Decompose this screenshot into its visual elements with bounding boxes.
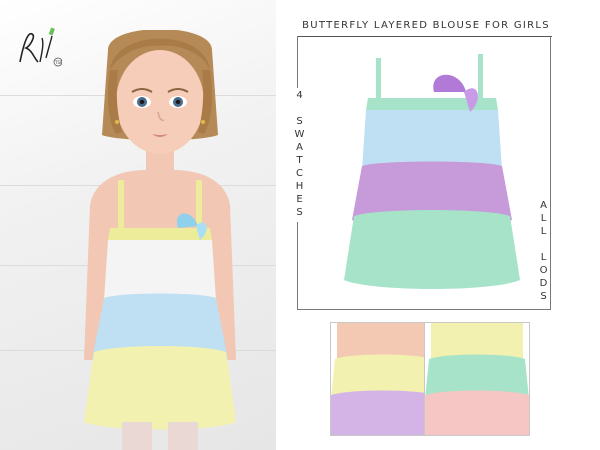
lods-label: ALL LODS xyxy=(538,198,549,306)
swatch-1-preview xyxy=(331,323,435,435)
model-figure xyxy=(84,30,236,450)
swatch-thumbnail-1[interactable] xyxy=(330,322,436,436)
main-blouse-render xyxy=(344,54,520,289)
signature-logo-icon: TSR xyxy=(19,27,62,67)
model-preview-panel: TSR xyxy=(0,0,276,450)
product-title: BUTTERFLY LAYERED BLOUSE FOR GIRLS xyxy=(302,20,550,31)
swatch-2-preview xyxy=(425,323,529,435)
swatches-label: 4 SWATCHES xyxy=(294,88,305,222)
swatch-thumbnail-2[interactable] xyxy=(424,322,530,436)
